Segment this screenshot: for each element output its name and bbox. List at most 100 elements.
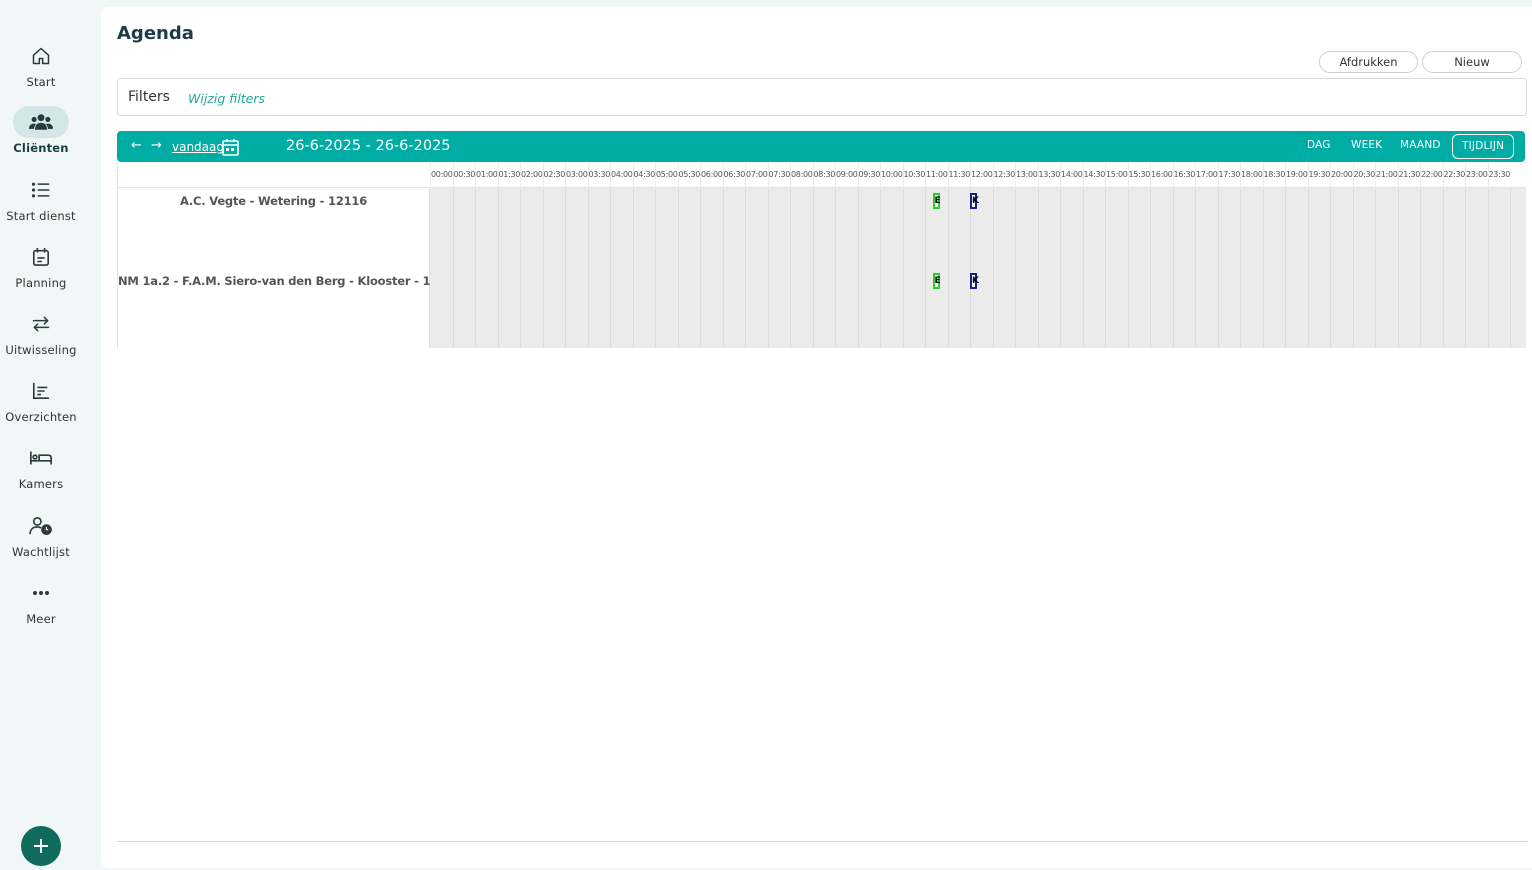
grid-line bbox=[1240, 188, 1241, 268]
grid-line bbox=[1037, 188, 1039, 268]
timeline-event[interactable]: E bbox=[932, 193, 941, 209]
today-link[interactable]: vandaag bbox=[172, 140, 224, 154]
grid-line bbox=[677, 188, 679, 268]
grid-line bbox=[722, 188, 724, 268]
timeline-header: 00:00 00:30 01:00 01:30 02:00 02:30 03:00 03:30… bbox=[118, 162, 1526, 188]
nav-item-start-dienst[interactable]: Start dienst bbox=[0, 174, 82, 223]
filters-bar: Filters Wijzig filters bbox=[117, 78, 1527, 116]
grid-line bbox=[1510, 268, 1511, 348]
time-tick: 04:00 bbox=[610, 162, 633, 188]
grid-line bbox=[1172, 268, 1174, 348]
grid-line bbox=[1285, 188, 1286, 268]
sidebar: Start Cliënten Start dienst Planning Uit… bbox=[0, 0, 100, 870]
grid-line bbox=[992, 268, 994, 348]
grid-line bbox=[925, 188, 926, 268]
grid-line bbox=[745, 268, 746, 348]
time-tick: 10:00 bbox=[880, 162, 903, 188]
view-month-button[interactable]: MAAND bbox=[1400, 139, 1441, 151]
grid-line bbox=[677, 268, 679, 348]
nav-item-wachtlijst[interactable]: Wachtlijst bbox=[0, 510, 82, 559]
time-tick: 16:00 bbox=[1150, 162, 1173, 188]
time-tick: 10:30 bbox=[902, 162, 925, 188]
grid-line bbox=[947, 268, 949, 348]
date-picker-icon[interactable] bbox=[222, 138, 239, 160]
grid-line bbox=[1105, 188, 1106, 268]
nav-label: Start bbox=[26, 75, 56, 89]
time-tick: 09:00 bbox=[835, 162, 858, 188]
time-tick: 17:30 bbox=[1217, 162, 1240, 188]
time-tick: 15:30 bbox=[1127, 162, 1150, 188]
grid-line bbox=[1150, 268, 1151, 348]
view-day-button[interactable]: DAG bbox=[1307, 139, 1331, 151]
nav-item-kamers[interactable]: Kamers bbox=[0, 442, 82, 491]
row-grid[interactable]: EK bbox=[430, 188, 1526, 268]
timeline-rows: A.C. Vegte - Wetering - 12116 EK NM 1a.2… bbox=[118, 188, 1526, 348]
grid-line bbox=[610, 188, 611, 268]
grid-line bbox=[1510, 188, 1511, 268]
grid-line bbox=[1285, 268, 1286, 348]
prev-arrow-icon[interactable]: ← bbox=[131, 138, 142, 153]
time-tick: 01:30 bbox=[497, 162, 520, 188]
time-tick: 20:00 bbox=[1330, 162, 1353, 188]
nav-label: Overzichten bbox=[5, 410, 77, 424]
time-tick: 22:30 bbox=[1442, 162, 1465, 188]
view-timeline-button[interactable]: TIJDLIJN bbox=[1452, 134, 1515, 159]
exchange-icon bbox=[13, 308, 69, 340]
view-week-button[interactable]: WEEK bbox=[1351, 139, 1382, 151]
time-tick: 14:30 bbox=[1082, 162, 1105, 188]
grid-line bbox=[745, 188, 746, 268]
next-arrow-icon[interactable]: → bbox=[151, 138, 162, 153]
time-tick: 07:30 bbox=[767, 162, 790, 188]
grid-line bbox=[1330, 268, 1331, 348]
add-button[interactable] bbox=[21, 826, 61, 866]
time-tick: 14:00 bbox=[1060, 162, 1083, 188]
grid-line bbox=[655, 188, 656, 268]
page-title: Agenda bbox=[117, 23, 194, 44]
grid-line bbox=[835, 268, 836, 348]
grid-line bbox=[565, 268, 566, 348]
time-tick: 01:00 bbox=[475, 162, 498, 188]
time-tick: 02:00 bbox=[520, 162, 543, 188]
grid-line bbox=[1217, 188, 1219, 268]
grid-line bbox=[1442, 188, 1444, 268]
print-button[interactable]: Afdrukken bbox=[1319, 51, 1418, 73]
time-tick: 06:30 bbox=[722, 162, 745, 188]
grid-line bbox=[475, 268, 476, 348]
change-filters-link[interactable]: Wijzig filters bbox=[188, 91, 265, 106]
row-grid[interactable]: EK bbox=[430, 268, 1526, 348]
grid-line bbox=[902, 188, 904, 268]
nav-item-uitwisseling[interactable]: Uitwisseling bbox=[0, 308, 82, 357]
timeline-event[interactable]: K bbox=[970, 193, 979, 209]
nav-item-start[interactable]: Start bbox=[0, 40, 82, 89]
time-tick: 00:30 bbox=[452, 162, 475, 188]
timeline-event[interactable]: E bbox=[932, 273, 941, 289]
time-tick: 13:30 bbox=[1037, 162, 1060, 188]
nav-item-clienten[interactable]: Cliënten bbox=[0, 106, 82, 155]
time-tick: 03:30 bbox=[587, 162, 610, 188]
date-range: 26-6-2025 - 26-6-2025 bbox=[286, 138, 451, 154]
grid-line bbox=[475, 188, 476, 268]
grid-line bbox=[497, 268, 499, 348]
grid-line bbox=[1307, 268, 1309, 348]
event-glyph: K bbox=[972, 196, 979, 206]
grid-line bbox=[1217, 268, 1219, 348]
nav-label: Uitwisseling bbox=[5, 343, 77, 357]
time-tick: 03:00 bbox=[565, 162, 588, 188]
time-tick: 20:30 bbox=[1352, 162, 1375, 188]
grid-line bbox=[1420, 188, 1421, 268]
row-label: NM 1a.2 - F.A.M. Siero-van den Berg - Kl… bbox=[118, 268, 462, 348]
grid-line bbox=[587, 268, 589, 348]
nav-item-meer[interactable]: Meer bbox=[0, 577, 82, 626]
grid-line bbox=[790, 188, 791, 268]
grid-line bbox=[542, 268, 544, 348]
grid-line bbox=[1015, 268, 1016, 348]
grid-line bbox=[497, 188, 499, 268]
grid-line bbox=[610, 268, 611, 348]
filters-label: Filters bbox=[128, 89, 170, 105]
grid-line bbox=[1352, 188, 1354, 268]
nav-item-overzichten[interactable]: Overzichten bbox=[0, 375, 82, 424]
time-tick: 22:00 bbox=[1420, 162, 1443, 188]
nav-item-planning[interactable]: Planning bbox=[0, 241, 82, 290]
new-button[interactable]: Nieuw bbox=[1422, 51, 1522, 73]
timeline-event[interactable]: K bbox=[970, 273, 979, 289]
